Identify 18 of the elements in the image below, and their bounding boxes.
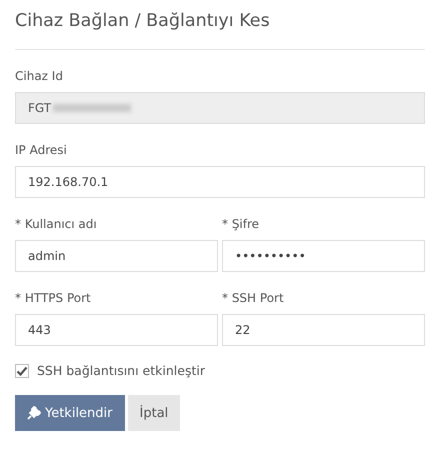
checkmark-icon [16,364,28,376]
plug-icon [27,406,41,420]
field-label: * HTTPS Port [15,290,92,306]
input-field[interactable]: 443 [15,314,218,346]
cancel-button[interactable]: İptal [128,395,180,431]
field-label: * SSH Port [222,290,285,306]
field-label: * Şifre [222,216,260,232]
input-field[interactable]: 192.168.70.1 [15,166,425,198]
input-field[interactable]: 22 [222,314,425,346]
dialog-title: Cihaz Bağlan / Bağlantıyı Kes [15,10,271,33]
field-label: * Kullanıcı adı [15,216,98,232]
field-label: IP Adresi [15,142,68,158]
checkbox-label: SSH bağlantısını etkinleştir [37,363,205,378]
field-label: Cihaz Id [15,68,64,84]
checkbox[interactable] [15,364,29,378]
authorize-button[interactable]: Yetkilendir [15,395,125,431]
input-field[interactable]: admin [15,240,218,272]
input-field[interactable]: •••••••••• [222,240,425,272]
